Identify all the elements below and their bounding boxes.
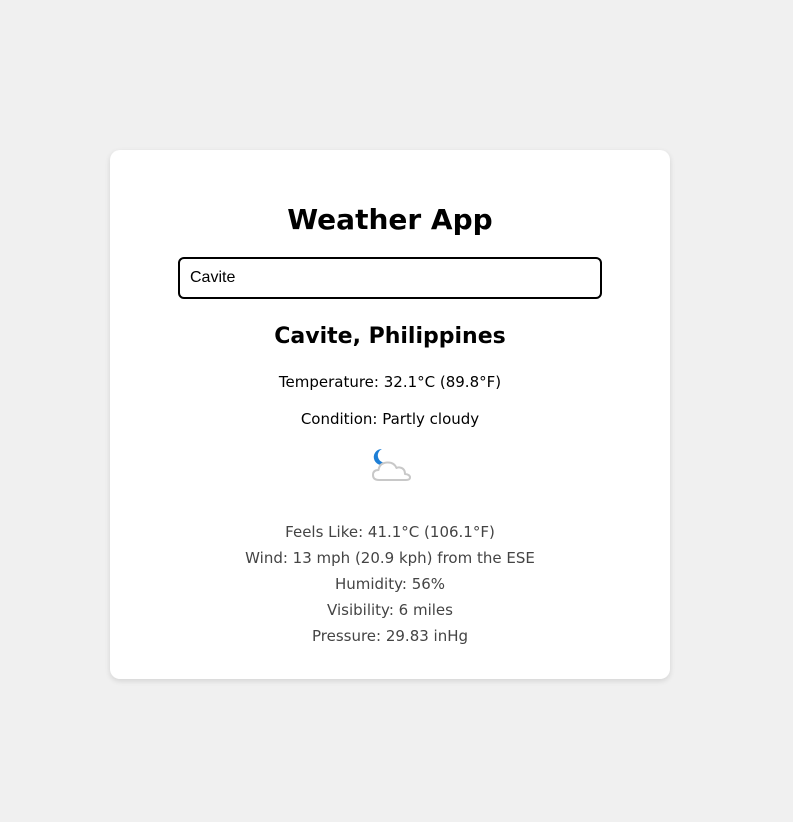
temperature-text: Temperature: 32.1°C (89.8°F) [278,373,502,391]
weather-card: Weather App Cavite, Philippines Temperat… [110,150,670,679]
location-name: Cavite, Philippines [274,324,506,349]
pressure-text: Pressure: 29.83 inHg [311,627,469,645]
wind-text: Wind: 13 mph (20.9 kph) from the ESE [245,549,535,567]
visibility-text: Visibility: 6 miles [327,601,453,619]
feels-like-text: Feels Like: 41.1°C (106.1°F) [285,523,495,541]
partly-cloudy-night-icon [369,446,413,486]
humidity-text: Humidity: 56% [334,575,446,593]
condition-text: Condition: Partly cloudy [300,410,480,428]
weather-details: Feels Like: 41.1°C (106.1°F) Wind: 13 mp… [110,519,670,649]
city-search-input[interactable] [178,257,602,299]
app-title: Weather App [287,203,493,236]
